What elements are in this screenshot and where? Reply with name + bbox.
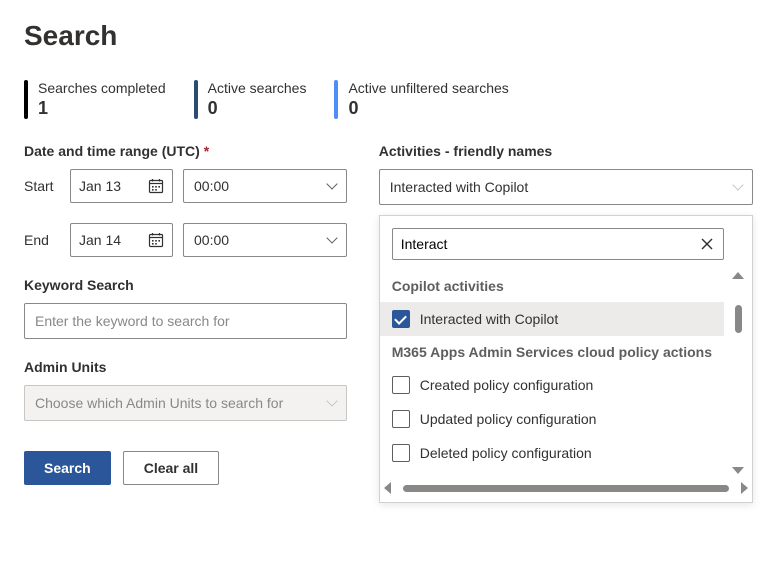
dropdown-group-header: M365 Apps Admin Services cloud policy ac… bbox=[380, 336, 724, 368]
search-button[interactable]: Search bbox=[24, 451, 111, 485]
scroll-down-icon[interactable] bbox=[732, 467, 744, 474]
end-date-input[interactable]: Jan 14 bbox=[70, 223, 173, 257]
calendar-icon[interactable] bbox=[148, 178, 164, 194]
required-indicator: * bbox=[204, 143, 209, 159]
activities-search-input[interactable] bbox=[401, 236, 699, 252]
checkbox-icon[interactable] bbox=[392, 410, 410, 428]
chevron-down-icon bbox=[326, 395, 337, 406]
checkbox-icon[interactable] bbox=[392, 444, 410, 462]
end-label: End bbox=[24, 232, 60, 248]
end-time-select[interactable]: 00:00 bbox=[183, 223, 347, 257]
end-date-value: Jan 14 bbox=[79, 232, 140, 248]
keyword-label: Keyword Search bbox=[24, 277, 347, 293]
activity-option[interactable]: Interacted with Copilot bbox=[380, 302, 724, 336]
stat-accent-bar bbox=[194, 80, 198, 119]
scroll-thumb[interactable] bbox=[735, 305, 742, 333]
activity-option[interactable]: Updated policy configuration bbox=[380, 402, 724, 436]
start-time-value: 00:00 bbox=[194, 178, 229, 194]
stat-accent-bar bbox=[334, 80, 338, 119]
admin-units-select[interactable]: Choose which Admin Units to search for bbox=[24, 385, 347, 421]
stats-bar: Searches completed 1 Active searches 0 A… bbox=[24, 80, 753, 119]
stat-value: 1 bbox=[38, 98, 166, 119]
stat-active: Active searches 0 bbox=[194, 80, 307, 119]
scrollbar-horizontal[interactable] bbox=[384, 478, 748, 498]
clear-icon[interactable] bbox=[699, 236, 715, 252]
dropdown-group-header: Copilot activities bbox=[380, 270, 724, 302]
clear-all-button[interactable]: Clear all bbox=[123, 451, 219, 485]
calendar-icon[interactable] bbox=[148, 232, 164, 248]
page-title: Search bbox=[24, 20, 753, 52]
scroll-thumb[interactable] bbox=[403, 485, 729, 492]
stat-unfiltered: Active unfiltered searches 0 bbox=[334, 80, 508, 119]
start-label: Start bbox=[24, 178, 60, 194]
stat-label: Searches completed bbox=[38, 80, 166, 96]
start-date-value: Jan 13 bbox=[79, 178, 140, 194]
start-date-input[interactable]: Jan 13 bbox=[70, 169, 173, 203]
activities-search-wrapper bbox=[392, 228, 724, 260]
scroll-right-icon[interactable] bbox=[741, 482, 748, 494]
chevron-down-icon bbox=[732, 179, 743, 190]
admin-units-label: Admin Units bbox=[24, 359, 347, 375]
chevron-down-icon bbox=[326, 178, 337, 189]
checkbox-icon[interactable] bbox=[392, 376, 410, 394]
start-time-select[interactable]: 00:00 bbox=[183, 169, 347, 203]
activities-select[interactable]: Interacted with Copilot bbox=[379, 169, 753, 205]
option-label: Created policy configuration bbox=[420, 377, 594, 393]
option-label: Updated policy configuration bbox=[420, 411, 597, 427]
checkbox-checked-icon[interactable] bbox=[392, 310, 410, 328]
option-label: Interacted with Copilot bbox=[420, 311, 559, 327]
admin-units-placeholder: Choose which Admin Units to search for bbox=[35, 395, 283, 411]
scroll-left-icon[interactable] bbox=[384, 482, 391, 494]
stat-label: Active unfiltered searches bbox=[348, 80, 508, 96]
stat-completed: Searches completed 1 bbox=[24, 80, 166, 119]
end-time-value: 00:00 bbox=[194, 232, 229, 248]
stat-accent-bar bbox=[24, 80, 28, 119]
option-label: Deleted policy configuration bbox=[420, 445, 592, 461]
stat-label: Active searches bbox=[208, 80, 307, 96]
chevron-down-icon bbox=[326, 232, 337, 243]
keyword-search-input[interactable]: Enter the keyword to search for bbox=[24, 303, 347, 339]
stat-value: 0 bbox=[208, 98, 307, 119]
scroll-up-icon[interactable] bbox=[732, 272, 744, 279]
activities-dropdown: Copilot activities Interacted with Copil… bbox=[379, 215, 753, 503]
activity-option[interactable]: Created policy configuration bbox=[380, 368, 724, 402]
activity-option[interactable]: Deleted policy configuration bbox=[380, 436, 724, 470]
stat-value: 0 bbox=[348, 98, 508, 119]
scrollbar-vertical[interactable] bbox=[728, 272, 748, 474]
activities-selected-value: Interacted with Copilot bbox=[390, 179, 529, 195]
date-range-label: Date and time range (UTC) * bbox=[24, 143, 347, 159]
activities-label: Activities - friendly names bbox=[379, 143, 753, 159]
